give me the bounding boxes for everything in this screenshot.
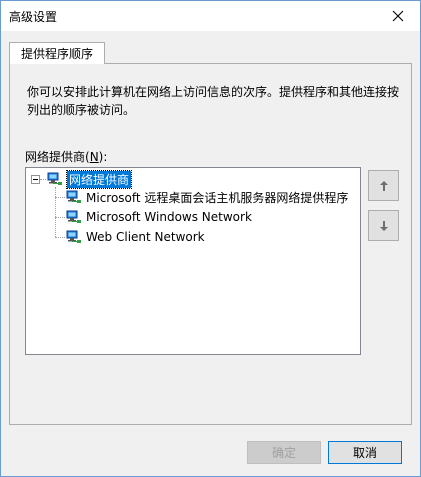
tree-item-label: Microsoft 远程桌面会话主机服务器网络提供程序 — [86, 190, 349, 205]
dialog-title: 高级设置 — [9, 10, 58, 24]
title-bar: 高级设置 — [1, 1, 420, 31]
network-icon — [66, 230, 81, 243]
tree-item[interactable]: Microsoft 远程桌面会话主机服务器网络提供程序 — [66, 188, 348, 206]
ok-button[interactable]: 确定 — [247, 441, 321, 464]
cancel-button[interactable]: 取消 — [328, 441, 402, 464]
network-icon — [66, 210, 81, 223]
network-icon — [66, 190, 81, 203]
tree-root-node[interactable]: 网络提供商 — [47, 169, 133, 189]
advanced-settings-dialog: 高级设置 提供程序顺序 你可以安排此计算机在网络上访问信息的次序。提供程序和其他… — [0, 0, 421, 477]
tree-root-label: 网络提供商 — [65, 169, 133, 189]
provider-tree[interactable]: 网络提供商 Microsoft 远程桌面会话主机服务器网络提供程序 Micros… — [25, 167, 361, 355]
network-icon — [47, 172, 62, 185]
tab-provider-order[interactable]: 提供程序顺序 — [9, 42, 105, 64]
tree-item[interactable]: Web Client Network — [66, 228, 205, 246]
collapse-toggle[interactable] — [31, 175, 40, 184]
tree-item-label: Microsoft Windows Network — [86, 210, 252, 224]
tab-panel: 你可以安排此计算机在网络上访问信息的次序。提供程序和其他连接按列出的顺序被访问。… — [9, 63, 412, 425]
provider-list-label: 网络提供商(N): — [25, 150, 108, 164]
arrow-up-icon — [379, 180, 388, 191]
tree-item-label: Web Client Network — [86, 230, 205, 244]
description-text: 你可以安排此计算机在网络上访问信息的次序。提供程序和其他连接按列出的顺序被访问。 — [27, 85, 400, 117]
close-icon — [392, 10, 404, 22]
tree-item[interactable]: Microsoft Windows Network — [66, 208, 252, 226]
accelerator-key: N — [89, 150, 99, 164]
move-up-button[interactable] — [368, 170, 399, 201]
arrow-down-icon — [379, 220, 388, 231]
close-button[interactable] — [376, 1, 420, 31]
move-down-button[interactable] — [368, 210, 399, 241]
tab-label: 提供程序顺序 — [20, 47, 93, 61]
